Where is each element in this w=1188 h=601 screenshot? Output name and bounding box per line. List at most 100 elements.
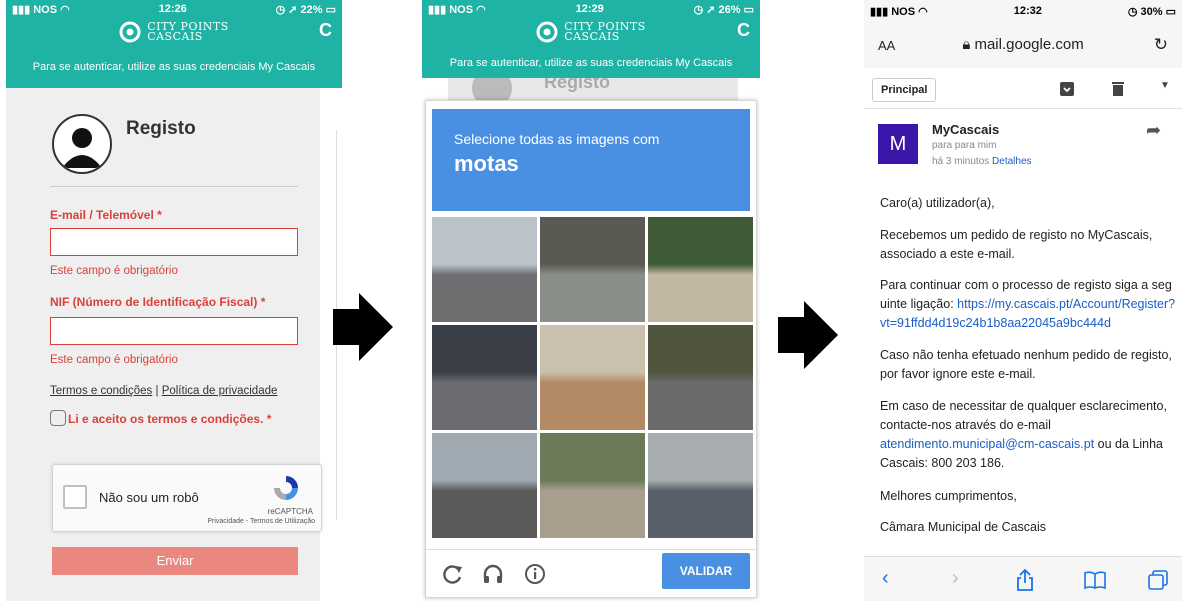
clock: 12:29 bbox=[575, 3, 604, 15]
captcha-tile[interactable] bbox=[432, 433, 537, 538]
recipient-text: para para mim bbox=[932, 140, 997, 151]
recaptcha-footer[interactable]: Privacidade - Termos de Utilização bbox=[207, 518, 315, 525]
phone-screen-email: ▮▮▮ NOS ◠ 12:32 ◷ 30% ▭ AA 🔒︎ mail.googl… bbox=[864, 0, 1182, 601]
nif-input[interactable] bbox=[50, 317, 298, 345]
page-title: Registo bbox=[126, 118, 196, 139]
registration-form: Registo E-mail / Telemóvel * Este campo … bbox=[6, 88, 322, 601]
carrier: ▮▮▮ NOS ◠ bbox=[12, 3, 70, 16]
forward-icon[interactable]: › bbox=[952, 567, 959, 590]
privacy-link[interactable]: Política de privacidade bbox=[162, 385, 278, 397]
closing: Melhores cumprimentos, bbox=[880, 489, 1017, 503]
back-icon[interactable]: ‹ bbox=[882, 567, 889, 590]
back-to-inbox-button[interactable]: Principal bbox=[872, 78, 937, 102]
app-header: ▮▮▮ NOS ◠ 12:26 ◷ ➚ 22% ▭ CITY POINTS CA… bbox=[6, 0, 342, 88]
status-bar: ▮▮▮ NOS ◠ 12:26 ◷ ➚ 22% ▭ bbox=[6, 0, 342, 18]
divider bbox=[50, 186, 298, 187]
clock: 12:26 bbox=[158, 3, 187, 15]
arrow-right-icon bbox=[333, 293, 393, 361]
captcha-tile[interactable] bbox=[648, 217, 753, 322]
brand: CITY POINTS CASCAIS C bbox=[422, 18, 760, 46]
arrow-right-icon bbox=[778, 301, 838, 369]
captcha-footer-divider bbox=[426, 549, 756, 550]
captcha-tile[interactable] bbox=[540, 325, 645, 430]
headphones-icon[interactable] bbox=[482, 563, 504, 585]
captcha-instructions: Selecione todas as imagens com motas bbox=[432, 109, 750, 211]
email-error: Este campo é obrigatório bbox=[50, 265, 178, 277]
battery: ◷ ➚ 26% ▭ bbox=[693, 3, 754, 16]
phone-screen-captcha: ▮▮▮ NOS ◠ 12:29 ◷ ➚ 26% ▭ CITY POINTS CA… bbox=[422, 0, 760, 601]
support-email-link[interactable]: atendimento.municipal@cm-cascais.pt bbox=[880, 437, 1094, 451]
brand-name: CITY POINTS CASCAIS bbox=[147, 20, 229, 43]
recaptcha-label: Não sou um robô bbox=[99, 490, 199, 505]
email-input[interactable] bbox=[50, 228, 298, 256]
captcha-grid bbox=[432, 217, 753, 539]
captcha-tile[interactable] bbox=[540, 433, 645, 538]
captcha-tile[interactable] bbox=[540, 217, 645, 322]
paragraph-1: Recebemos um pedido de registo no MyCasc… bbox=[880, 228, 1153, 261]
sent-time: há 3 minutos Detalhes bbox=[932, 156, 1032, 167]
mail-toolbar: Principal ▼ bbox=[864, 68, 1182, 109]
sender-name: MyCascais bbox=[932, 122, 1000, 137]
background-avatar bbox=[472, 78, 512, 100]
background-form: Registo bbox=[448, 78, 738, 100]
captcha-tile[interactable] bbox=[432, 325, 537, 430]
captcha-tile[interactable] bbox=[648, 433, 753, 538]
validate-button[interactable]: VALIDAR bbox=[662, 553, 750, 589]
carrier: ▮▮▮ NOS ◠ bbox=[428, 3, 486, 16]
accept-terms-label: Li e aceito os termos e condições. * bbox=[68, 412, 272, 426]
refresh-icon[interactable]: C bbox=[319, 20, 332, 41]
email-label: E-mail / Telemóvel * bbox=[50, 208, 162, 222]
greeting: Caro(a) utilizador(a), bbox=[880, 196, 995, 210]
submit-button[interactable]: Enviar bbox=[52, 547, 298, 575]
city-points-logo-icon bbox=[119, 21, 141, 43]
brand-name: CITY POINTS CASCAIS bbox=[564, 20, 646, 43]
battery: ◷ ➚ 22% ▭ bbox=[275, 3, 336, 16]
nif-label: NIF (Número de Identificação Fiscal) * bbox=[50, 295, 266, 309]
phone-screen-registration: ▮▮▮ NOS ◠ 12:26 ◷ ➚ 22% ▭ CITY POINTS CA… bbox=[6, 0, 342, 601]
legal-links: Termos e condições | Política de privaci… bbox=[50, 385, 278, 397]
nif-error: Este campo é obrigatório bbox=[50, 354, 178, 366]
details-link[interactable]: Detalhes bbox=[992, 156, 1031, 167]
lock-icon: 🔒︎ bbox=[962, 36, 971, 53]
brand: CITY POINTS CASCAIS C bbox=[6, 18, 342, 46]
reload-icon[interactable] bbox=[442, 563, 464, 585]
paragraph-3: Caso não tenha efetuado nenhum pedido de… bbox=[880, 348, 1172, 381]
recaptcha-logo-icon bbox=[274, 476, 298, 500]
captcha-tile[interactable] bbox=[432, 217, 537, 322]
info-icon[interactable] bbox=[524, 563, 546, 585]
share-icon[interactable] bbox=[1016, 569, 1034, 591]
recaptcha-checkbox[interactable] bbox=[63, 485, 87, 509]
browser-chrome: ▮▮▮ NOS ◠ 12:32 ◷ 30% ▭ AA 🔒︎ mail.googl… bbox=[864, 0, 1182, 68]
archive-icon[interactable] bbox=[1060, 82, 1074, 96]
background-title: Registo bbox=[544, 78, 611, 92]
paragraph-2: Para continuar com o processo de registo… bbox=[880, 278, 1176, 330]
url-text: mail.google.com bbox=[974, 36, 1084, 53]
user-avatar-icon bbox=[52, 114, 112, 174]
captcha-tile[interactable] bbox=[648, 325, 753, 430]
signature: Câmara Municipal de Cascais bbox=[880, 520, 1047, 534]
clock: 12:32 bbox=[1013, 5, 1042, 17]
captcha-target: motas bbox=[454, 151, 519, 176]
address-bar[interactable]: 🔒︎ mail.google.com bbox=[864, 36, 1182, 53]
status-bar: ▮▮▮ NOS ◠ 12:29 ◷ ➚ 26% ▭ bbox=[422, 0, 760, 18]
safari-toolbar: ‹ › bbox=[864, 556, 1182, 601]
captcha-instruction-text: Selecione todas as imagens com bbox=[454, 131, 660, 147]
battery: ◷ 30% ▭ bbox=[1127, 5, 1176, 18]
delete-icon[interactable] bbox=[1112, 81, 1124, 96]
sender-avatar: M bbox=[878, 124, 918, 164]
terms-link[interactable]: Termos e condições bbox=[50, 385, 152, 397]
tabs-icon[interactable] bbox=[1148, 570, 1168, 590]
auth-notice: Para se autenticar, utilize as suas cred… bbox=[32, 61, 316, 73]
recaptcha-brand: reCAPTCHA bbox=[267, 507, 313, 516]
reply-icon[interactable]: ➦ bbox=[1146, 120, 1161, 141]
paragraph-4: Em caso de necessitar de qualquer esclar… bbox=[880, 399, 1167, 470]
reload-icon[interactable]: ↻ bbox=[1154, 35, 1168, 55]
more-options-icon[interactable]: ▼ bbox=[1160, 80, 1170, 91]
accept-terms-checkbox[interactable] bbox=[50, 410, 66, 426]
recaptcha-widget: Não sou um robô reCAPTCHA Privacidade - … bbox=[52, 464, 322, 532]
auth-notice: Para se autenticar, utilize as suas cred… bbox=[449, 57, 733, 69]
carrier: ▮▮▮ NOS ◠ bbox=[870, 5, 928, 18]
refresh-icon[interactable]: C bbox=[737, 20, 750, 41]
bookmarks-icon[interactable] bbox=[1084, 571, 1106, 589]
city-points-logo-icon bbox=[536, 21, 558, 43]
